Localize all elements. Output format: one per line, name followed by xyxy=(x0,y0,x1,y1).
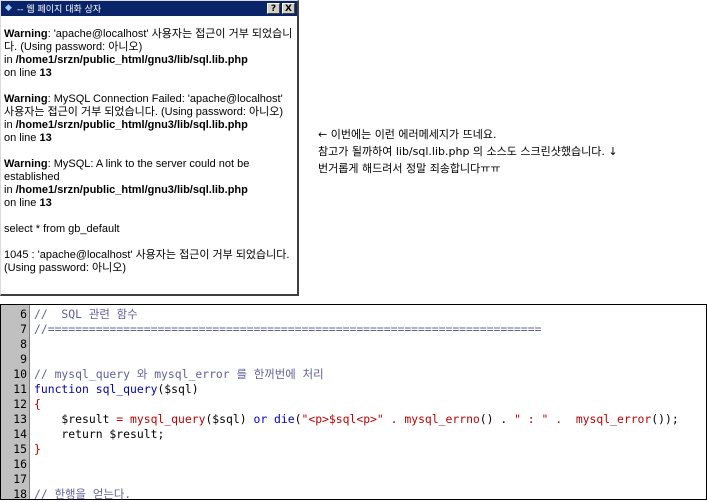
line-number: 13 xyxy=(39,132,52,144)
sql-error-text: 1045 : 'apache@localhost' 사용자는 접근이 거부 되었… xyxy=(4,249,290,274)
line-number: 12 xyxy=(13,397,27,411)
in-prefix: in xyxy=(4,184,16,196)
code-token: mysql_query xyxy=(123,412,206,426)
line-number: 15 xyxy=(13,442,27,456)
line-prefix: on line xyxy=(4,197,40,209)
code-line: 14 return $result; xyxy=(1,427,706,442)
warning-label: Warning xyxy=(4,158,48,170)
code-comment: // mysql_query 와 mysql_error 를 한꺼번에 처리 xyxy=(34,367,324,381)
warning-block: Warning: MySQL Connection Failed: 'apach… xyxy=(4,93,293,145)
line-number: 8 xyxy=(20,337,27,351)
code-token: . xyxy=(548,412,576,426)
line-number: 11 xyxy=(13,382,27,396)
annotation-note: ← 이번에는 이런 에러메세지가 뜨네요. 참고가 될까하여 lib/sql.l… xyxy=(318,126,707,177)
line-number: 7 xyxy=(20,322,27,336)
warning-block: Warning: MySQL: A link to the server cou… xyxy=(4,158,293,210)
line-number: 6 xyxy=(20,307,27,321)
close-button[interactable]: X xyxy=(282,3,295,14)
open-brace: { xyxy=(34,397,41,411)
line-number: 13 xyxy=(39,67,52,79)
file-path: /home1/srzn/public_html/gnu3/lib/sql.lib… xyxy=(15,54,248,66)
dialog-titlebar[interactable]: ◆ -- 웹 페이지 대화 상자 ? X xyxy=(1,1,297,16)
code-line: 7 //====================================… xyxy=(1,322,706,337)
line-prefix: on line xyxy=(4,132,40,144)
code-token: . xyxy=(383,412,405,426)
code-token: () . xyxy=(479,412,515,426)
file-path: /home1/srzn/public_html/gnu3/lib/sql.lib… xyxy=(15,119,248,131)
code-line: 9 xyxy=(1,352,706,367)
code-line: 15 } xyxy=(1,442,706,457)
in-prefix: in xyxy=(4,119,16,131)
ie-page-icon: ◆ xyxy=(5,3,12,13)
note-line: 참고가 될까하여 lib/sql.lib.php 의 소스도 스크린샷했습니다.… xyxy=(318,145,618,158)
code-token: mysql_error xyxy=(575,412,652,426)
close-brace: } xyxy=(34,442,41,456)
line-number: 16 xyxy=(13,457,27,471)
code-token: die xyxy=(267,412,295,426)
code-comment: //======================================… xyxy=(34,322,542,336)
code-token: or xyxy=(253,412,268,426)
file-path: /home1/srzn/public_html/gnu3/lib/sql.lib… xyxy=(15,184,248,196)
code-token: $result xyxy=(34,412,117,426)
line-number: 14 xyxy=(13,427,27,441)
code-comment: // SQL 관련 함수 xyxy=(34,307,138,321)
function-args: ($sql) xyxy=(157,382,199,396)
code-line: 8 xyxy=(1,337,706,352)
code-lines: 6 // SQL 관련 함수 7 //=====================… xyxy=(1,307,706,502)
warning-label: Warning xyxy=(4,28,48,40)
line-number: 10 xyxy=(13,367,27,381)
code-line: 12 { xyxy=(1,397,706,412)
code-line: 6 // SQL 관련 함수 xyxy=(1,307,706,322)
code-token: mysql_errno xyxy=(404,412,480,426)
help-button[interactable]: ? xyxy=(267,3,280,14)
sql-query-text: select * from gb_default xyxy=(4,223,120,235)
code-token: ()); xyxy=(651,412,679,426)
function-name: sql_query xyxy=(88,382,158,396)
line-number: 13 xyxy=(13,412,27,426)
code-editor[interactable]: 6 // SQL 관련 함수 7 //=====================… xyxy=(0,304,707,502)
warning-message: : 'apache@localhost' 사용자는 접근이 거부 되었습니다. … xyxy=(4,28,293,53)
code-token: "<p>$sql<p>" xyxy=(301,412,384,426)
code-line: 13 $result = mysql_query($sql) or die("<… xyxy=(1,412,706,427)
line-prefix: on line xyxy=(4,67,40,79)
code-line: 11 function sql_query($sql) xyxy=(1,382,706,397)
code-line: 17 xyxy=(1,472,706,487)
line-number: 17 xyxy=(13,472,27,486)
warning-label: Warning xyxy=(4,93,48,105)
keyword-function: function xyxy=(34,382,89,396)
code-return: return $result; xyxy=(34,427,165,441)
code-line: 16 xyxy=(1,457,706,472)
line-number: 13 xyxy=(39,197,52,209)
code-token: " : " xyxy=(514,412,549,426)
line-number: 9 xyxy=(20,352,27,366)
note-line: ← 이번에는 이런 에러메세지가 뜨네요. xyxy=(318,128,497,141)
note-line: 번거롭게 해드려서 정말 죄송합니다ㅠㅠ xyxy=(318,162,501,175)
dialog-content: Warning: 'apache@localhost' 사용자는 접근이 거부 … xyxy=(1,16,297,275)
code-line: 10 // mysql_query 와 mysql_error 를 한꺼번에 처… xyxy=(1,367,706,382)
dialog-title: -- 웹 페이지 대화 상자 xyxy=(17,5,102,15)
in-prefix: in xyxy=(4,54,16,66)
code-token: ($sql) xyxy=(205,412,254,426)
web-page-dialog: ◆ -- 웹 페이지 대화 상자 ? X Warning: 'apache@lo… xyxy=(0,0,299,296)
warning-block: Warning: 'apache@localhost' 사용자는 접근이 거부 … xyxy=(4,28,293,80)
